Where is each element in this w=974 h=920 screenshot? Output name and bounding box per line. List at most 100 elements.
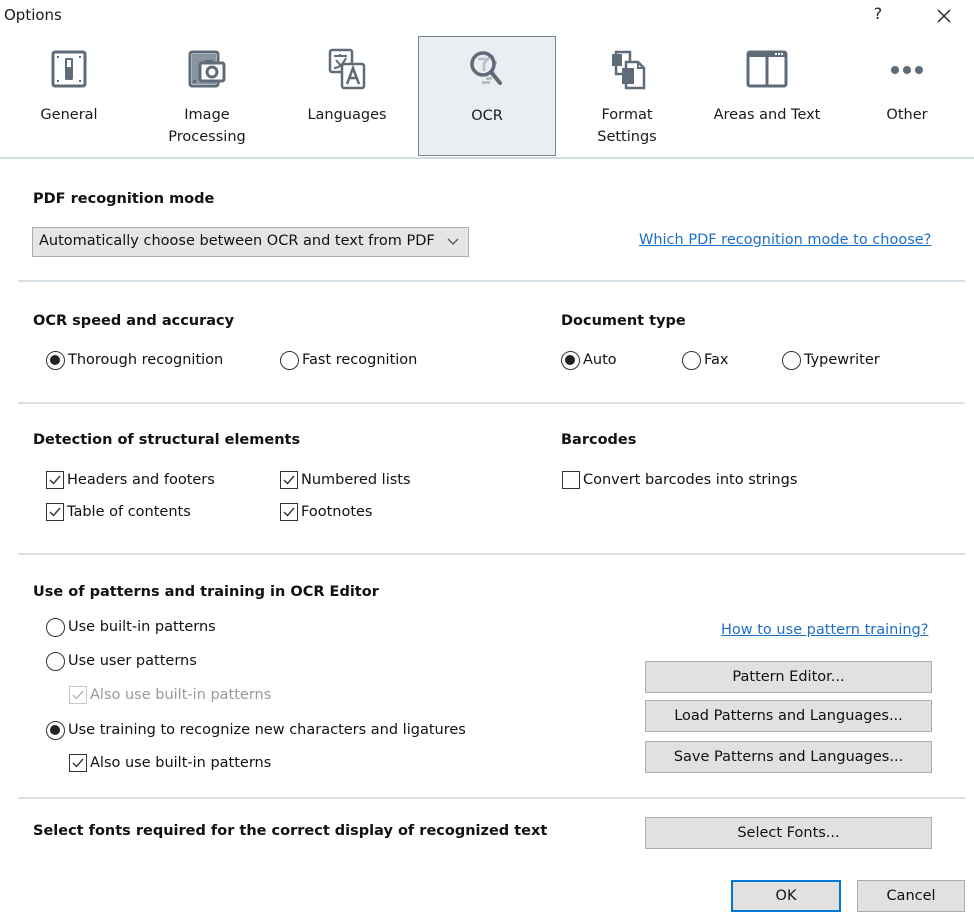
close-button[interactable] xyxy=(930,2,958,30)
checkbox-convert-barcodes[interactable]: Convert barcodes into strings xyxy=(562,469,797,491)
option-label: Footnotes xyxy=(301,504,373,520)
radio-indicator xyxy=(46,720,65,740)
tab-label: Format Settings xyxy=(597,107,657,145)
tab-label: OCR xyxy=(471,108,503,124)
tab-ocr[interactable]: OCR xyxy=(418,36,556,156)
window-title: Options xyxy=(4,6,62,24)
category-tabbar: General Image Processing Languages OCR F… xyxy=(0,36,974,158)
radio-doctype-typewriter[interactable]: Typewriter xyxy=(782,349,880,371)
checkbox-indicator xyxy=(46,503,64,521)
radio-indicator xyxy=(280,350,299,370)
switch-icon xyxy=(51,50,87,88)
checkbox-indicator xyxy=(280,471,298,489)
magnifier-icon xyxy=(470,51,502,85)
columns-window-icon xyxy=(746,50,788,88)
tabbar-divider xyxy=(0,157,974,159)
pdf-mode-dropdown[interactable]: Automatically choose between OCR and tex… xyxy=(32,227,469,257)
section-divider xyxy=(18,797,965,799)
checkbox-indicator xyxy=(69,686,87,704)
ok-button[interactable]: OK xyxy=(731,880,841,912)
save-patterns-button[interactable]: Save Patterns and Languages... xyxy=(645,741,932,773)
radio-doctype-fax[interactable]: Fax xyxy=(682,349,728,371)
option-label: Numbered lists xyxy=(301,472,411,488)
cancel-button[interactable]: Cancel xyxy=(857,880,965,912)
option-label: Auto xyxy=(583,352,617,368)
option-label: Also use built-in patterns xyxy=(90,755,272,771)
pdf-mode-heading: PDF recognition mode xyxy=(33,191,215,207)
tab-format-settings[interactable]: Format Settings xyxy=(558,36,696,156)
option-label: Thorough recognition xyxy=(68,352,224,368)
checkmark-icon xyxy=(283,475,295,485)
tab-general[interactable]: General xyxy=(0,36,138,156)
barcodes-heading: Barcodes xyxy=(561,432,637,448)
checkmark-icon xyxy=(72,690,84,700)
ocr-speed-heading: OCR speed and accuracy xyxy=(33,313,235,329)
checkbox-indicator xyxy=(280,503,298,521)
documents-icon xyxy=(612,50,646,90)
radio-use-builtin-patterns[interactable]: Use built-in patterns xyxy=(46,616,216,638)
checkbox-numbered-lists[interactable]: Numbered lists xyxy=(280,469,411,491)
checkbox-training-also-builtin[interactable]: Also use built-in patterns xyxy=(69,752,271,774)
checkmark-icon xyxy=(49,507,61,517)
translate-icon xyxy=(328,48,366,90)
checkmark-icon xyxy=(49,475,61,485)
checkbox-indicator xyxy=(562,471,580,489)
radio-use-training[interactable]: Use training to recognize new characters… xyxy=(46,719,466,741)
tab-label: Image Processing xyxy=(168,107,246,145)
fonts-heading: Select fonts required for the correct di… xyxy=(33,823,548,839)
load-patterns-button[interactable]: Load Patterns and Languages... xyxy=(645,700,932,732)
more-dots-icon xyxy=(891,66,923,74)
radio-indicator xyxy=(46,350,65,370)
radio-indicator xyxy=(782,350,801,370)
chevron-down-icon xyxy=(447,238,459,245)
option-label: Convert barcodes into strings xyxy=(583,472,798,488)
section-divider xyxy=(18,280,965,282)
tab-other[interactable]: Other xyxy=(838,36,974,156)
image-camera-icon xyxy=(188,50,226,88)
checkmark-icon xyxy=(72,758,84,768)
tab-label: General xyxy=(40,107,98,123)
pattern-editor-button[interactable]: Pattern Editor... xyxy=(645,661,932,693)
tab-areas-and-text[interactable]: Areas and Text xyxy=(698,36,836,156)
tab-label: Languages xyxy=(307,107,387,123)
option-label: Also use built-in patterns xyxy=(90,687,272,703)
checkbox-indicator xyxy=(69,754,87,772)
section-divider xyxy=(18,553,965,555)
structural-elements-heading: Detection of structural elements xyxy=(33,432,301,448)
help-button[interactable]: ? xyxy=(868,4,888,28)
patterns-heading: Use of patterns and training in OCR Edit… xyxy=(33,584,379,600)
select-fonts-button[interactable]: Select Fonts... xyxy=(645,817,932,849)
option-label: Use built-in patterns xyxy=(68,619,216,635)
close-icon xyxy=(937,9,951,23)
radio-indicator xyxy=(46,617,65,637)
tab-image-processing[interactable]: Image Processing xyxy=(138,36,276,156)
checkbox-footnotes[interactable]: Footnotes xyxy=(280,501,372,523)
section-divider xyxy=(18,402,965,404)
option-label: Fax xyxy=(704,352,729,368)
radio-thorough-recognition[interactable]: Thorough recognition xyxy=(46,349,223,371)
option-label: Fast recognition xyxy=(302,352,418,368)
radio-indicator xyxy=(46,651,65,671)
checkbox-table-of-contents[interactable]: Table of contents xyxy=(46,501,191,523)
option-label: Table of contents xyxy=(67,504,191,520)
checkbox-headers-footers[interactable]: Headers and footers xyxy=(46,469,215,491)
checkbox-user-also-builtin: Also use built-in patterns xyxy=(69,684,271,706)
radio-use-user-patterns[interactable]: Use user patterns xyxy=(46,650,197,672)
radio-doctype-auto[interactable]: Auto xyxy=(561,349,617,371)
pdf-mode-selected-value: Automatically choose between OCR and tex… xyxy=(39,233,435,249)
radio-fast-recognition[interactable]: Fast recognition xyxy=(280,349,417,371)
tab-label: Other xyxy=(886,107,928,123)
option-label: Use user patterns xyxy=(68,653,197,669)
radio-indicator xyxy=(561,350,580,370)
radio-indicator xyxy=(682,350,701,370)
checkmark-icon xyxy=(283,507,295,517)
document-type-heading: Document type xyxy=(561,313,686,329)
checkbox-indicator xyxy=(46,471,64,489)
option-label: Typewriter xyxy=(804,352,880,368)
tab-languages[interactable]: Languages xyxy=(278,36,416,156)
option-label: Use training to recognize new characters… xyxy=(68,722,466,738)
option-label: Headers and footers xyxy=(67,472,215,488)
tab-label: Areas and Text xyxy=(713,107,821,123)
pdf-mode-help-link[interactable]: Which PDF recognition mode to choose? xyxy=(639,232,931,248)
pattern-training-help-link[interactable]: How to use pattern training? xyxy=(721,622,928,638)
